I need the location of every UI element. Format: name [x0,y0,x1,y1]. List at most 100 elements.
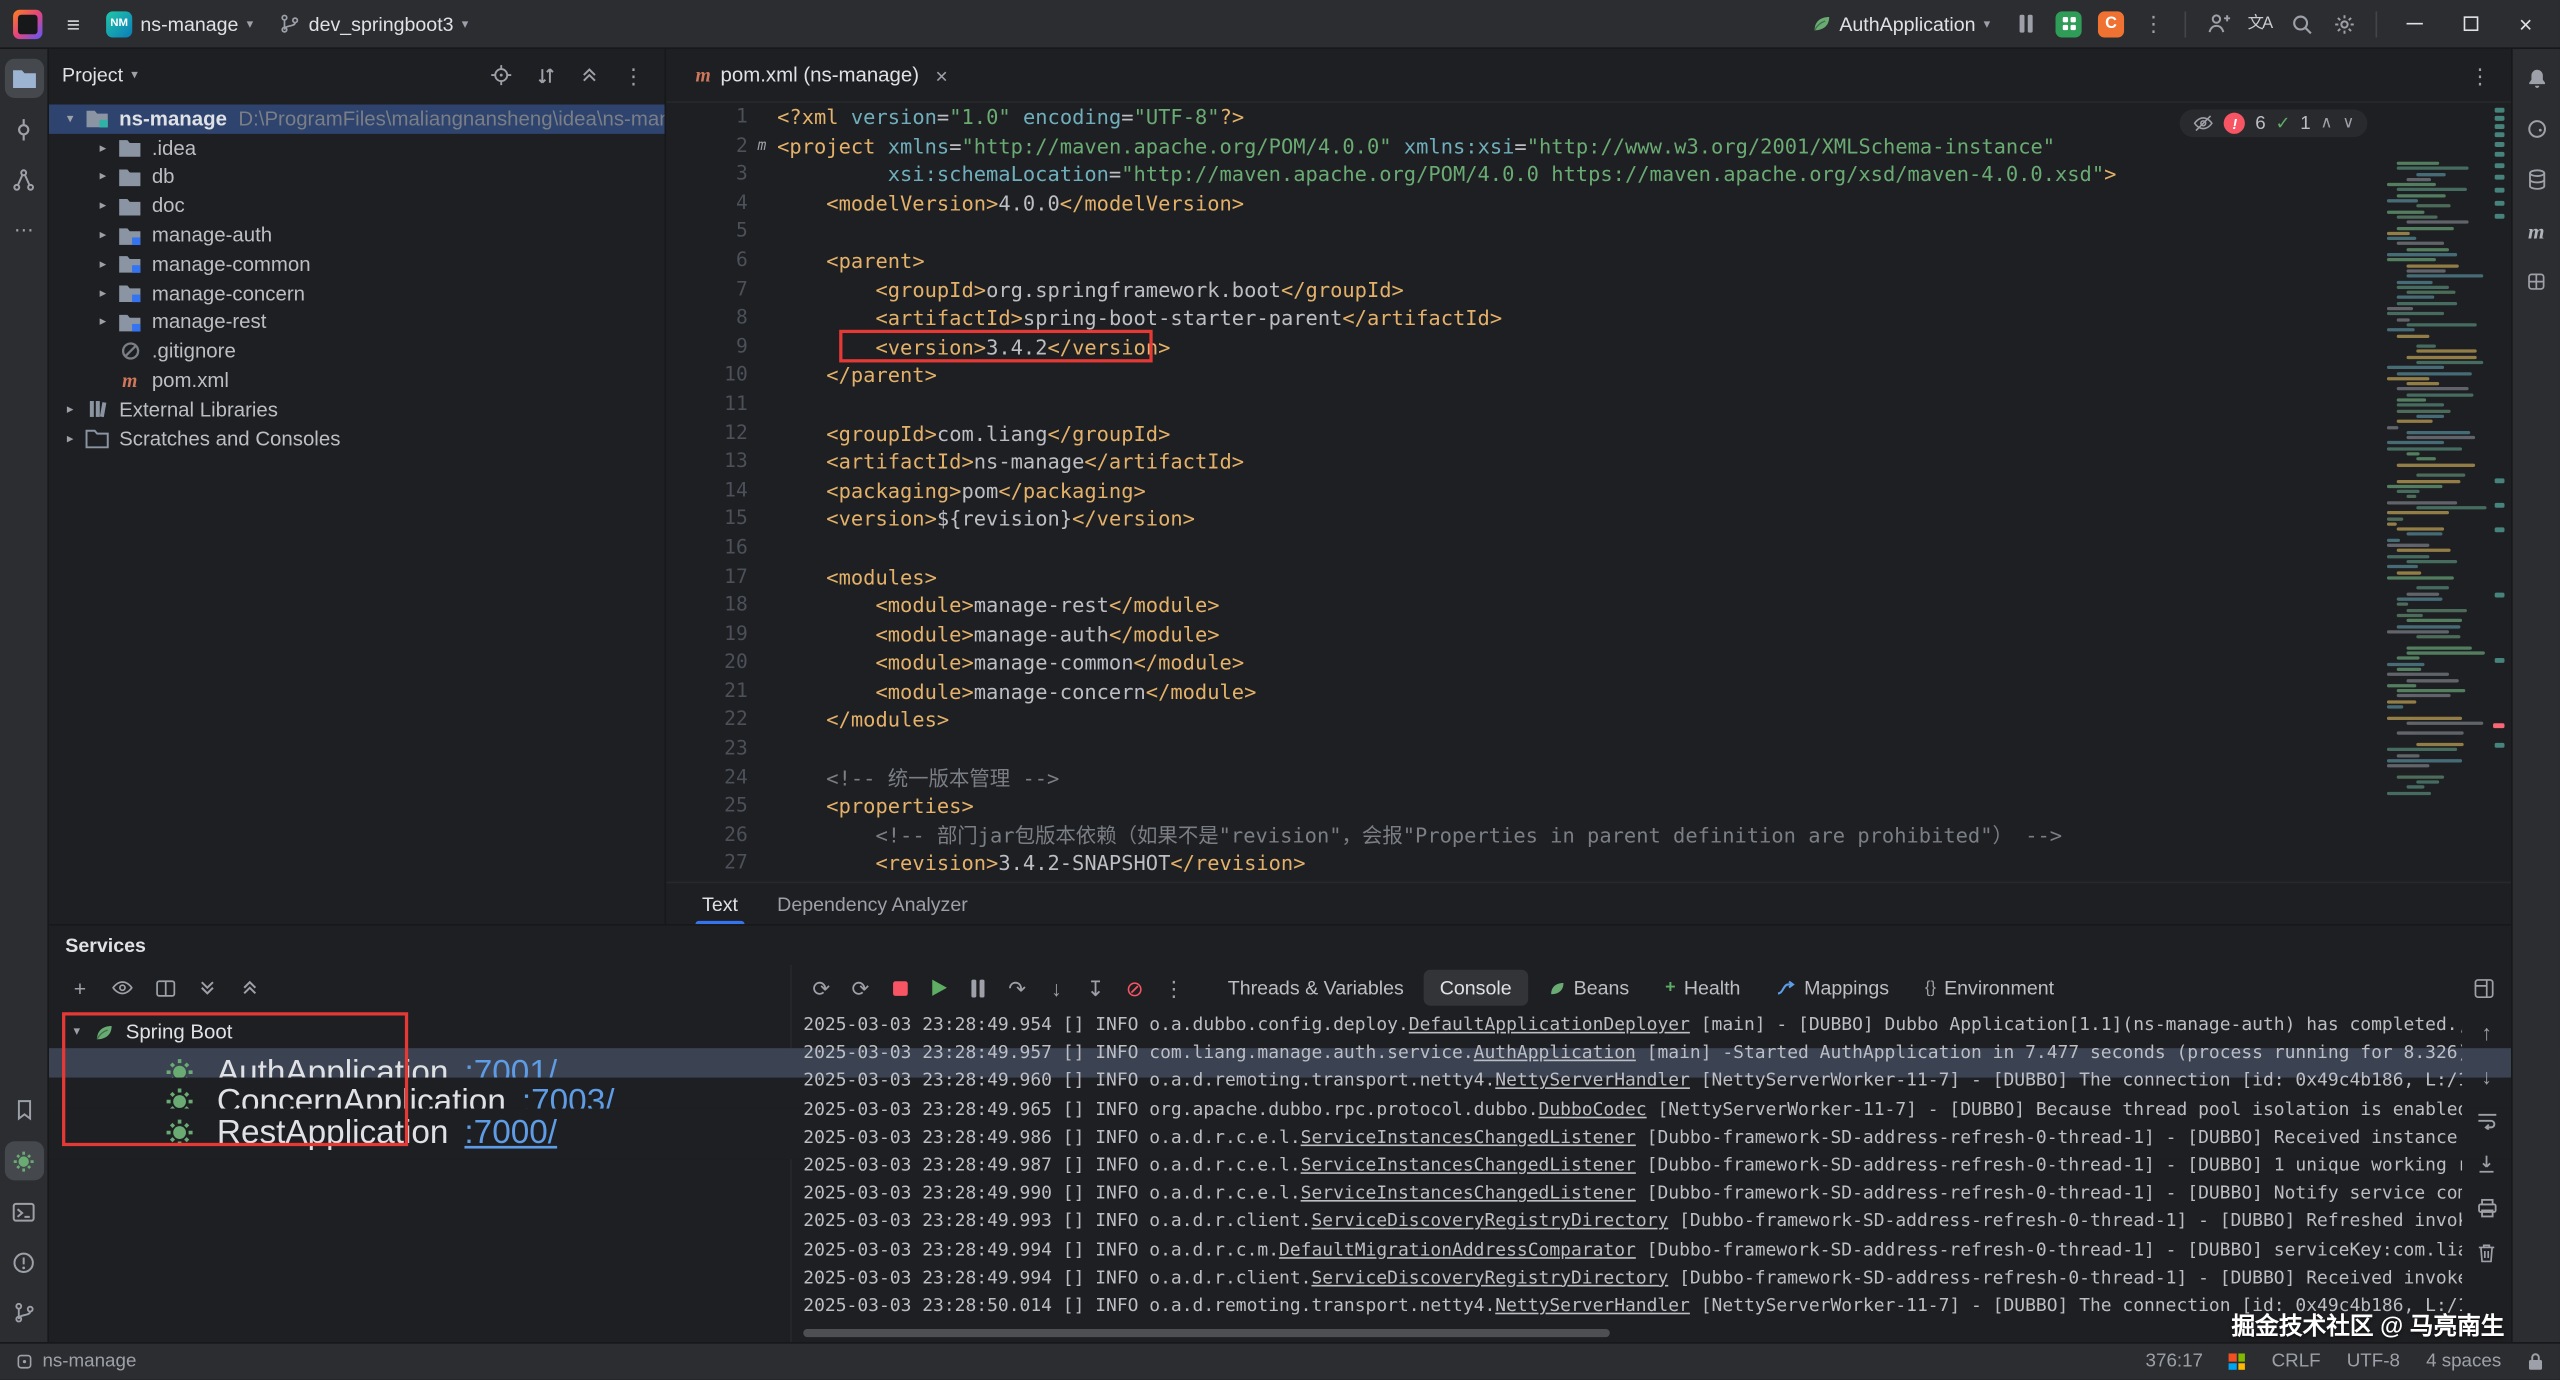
project-tree-item[interactable]: ▸manage-rest [49,308,665,337]
code-with-me-user-icon[interactable] [2199,6,2235,42]
project-tree-item[interactable]: ▸manage-common [49,250,665,279]
console-line[interactable]: 2025-03-03 23:28:49.993 [] INFO o.a.d.r.… [803,1207,2462,1235]
tree-chevron-icon[interactable]: ▾ [59,112,82,125]
select-opened-file-button[interactable] [483,57,519,93]
status-project-widget[interactable]: ns-manage [16,1352,136,1372]
version-control-tool-button[interactable] [4,1293,43,1332]
project-tree-item[interactable]: ▾ns-manageD:\ProgramFiles\maliangnanshen… [49,104,665,133]
code-line[interactable]: <module>manage-common</module> [777,649,2116,678]
project-tree-item[interactable]: ▸manage-auth [49,221,665,250]
console-line[interactable]: 2025-03-03 23:28:49.965 [] INFO org.apac… [803,1095,2462,1123]
code-line[interactable]: <parent> [777,246,2116,275]
project-tree-item[interactable]: ▸db [49,163,665,192]
console-class-link[interactable]: NettyServerHandler [1495,1070,1690,1091]
dependencies-tool-button[interactable] [2517,261,2556,300]
profiler-icon[interactable] [2008,6,2044,42]
debug-tab[interactable]: Console [1423,970,1528,1006]
editor-tab-pom[interactable]: m pom.xml (ns-manage) × [679,49,964,101]
project-panel-title[interactable]: Project [62,64,123,87]
main-menu-button[interactable]: ≡ [56,6,92,42]
tree-chevron-icon[interactable]: ▸ [91,142,114,155]
project-tree-item[interactable]: ▸doc [49,192,665,221]
project-tool-button[interactable] [4,59,43,98]
console-class-link[interactable]: DefaultApplicationDeployer [1409,1014,1690,1035]
inspections-widget[interactable]: ! 6 ✓ 1 ∧ ∨ [2180,109,2367,137]
console-class-link[interactable]: ServiceInstancesChangedListener [1301,1182,1636,1203]
indent-indicator[interactable]: 4 spaces [2426,1352,2501,1372]
commit-tool-button[interactable] [4,109,43,148]
scroll-to-end-button[interactable] [2469,1146,2505,1182]
code-line[interactable]: <revision>3.4.2-SNAPSHOT</revision> [777,850,2116,879]
service-url-link[interactable]: :7000/ [464,1114,557,1151]
code-line[interactable] [777,218,2116,247]
maven-gutter-icon[interactable]: m [758,133,767,162]
clear-console-button[interactable] [2469,1234,2505,1270]
project-tree-item[interactable]: .gitignore [49,337,665,366]
console-line[interactable]: 2025-03-03 23:28:49.994 [] INFO o.a.d.r.… [803,1263,2462,1291]
layout-settings-icon[interactable] [2465,970,2501,1006]
code-line[interactable]: <version>${revision}</version> [777,505,2116,534]
code-line[interactable]: <artifactId>spring-boot-starter-parent</… [777,304,2116,333]
nav-up-button[interactable]: ↑ [2469,1014,2505,1050]
notifications-tool-button[interactable] [2517,59,2556,98]
project-tree-item[interactable]: ▸.idea [49,134,665,163]
console-horizontal-scrollbar[interactable] [803,1329,1610,1337]
console-line[interactable]: 2025-03-03 23:28:49.987 [] INFO o.a.d.r.… [803,1151,2462,1179]
debug-options-kebab[interactable]: ⋮ [1156,970,1192,1006]
code-line[interactable] [777,390,2116,419]
plugin-c-icon[interactable]: C [2093,6,2129,42]
code-line[interactable]: <modules> [777,562,2116,591]
resume-button[interactable] [921,970,957,1006]
services-tree-root[interactable]: ▾Spring Boot [49,1017,790,1047]
minimize-button[interactable] [2390,1,2439,47]
console-class-link[interactable]: ServiceInstancesChangedListener [1301,1154,1636,1175]
console-class-link[interactable]: ServiceDiscoveryRegistryDirectory [1311,1266,1668,1287]
intellij-logo-icon[interactable] [13,9,42,38]
project-tree-item[interactable]: ▸Scratches and Consoles [49,424,665,453]
tree-chevron-icon[interactable]: ▸ [91,316,114,329]
code-line[interactable] [777,534,2116,563]
debug-tab[interactable]: Threads & Variables [1211,970,1420,1006]
code-line[interactable]: <groupId>org.springframework.boot</group… [777,275,2116,304]
code-line[interactable]: </parent> [777,361,2116,390]
debug-tab[interactable]: + Health [1649,970,1757,1006]
more-tool-windows-button[interactable]: ⋯ [4,211,43,250]
close-tab-icon[interactable]: × [935,63,947,87]
rerun-button[interactable]: ⟳ [803,970,839,1006]
mute-breakpoints-button[interactable]: ⊘ [1117,970,1153,1006]
console-line[interactable]: 2025-03-03 23:28:49.986 [] INFO o.a.d.r.… [803,1123,2462,1151]
code-line[interactable]: <module>manage-concern</module> [777,677,2116,706]
lock-icon[interactable] [2527,1352,2543,1372]
maven-tool-button[interactable]: m [2517,211,2556,250]
code-line[interactable]: <!-- 部门jar包版本依赖（如果不是"revision"，会报"Proper… [777,821,2116,850]
code-line[interactable]: <!-- 统一版本管理 --> [777,764,2116,793]
console-class-link[interactable]: DefaultMigrationAddressComparator [1279,1238,1636,1259]
editor-bottom-tab-text[interactable]: Text [686,882,755,924]
console-class-link[interactable]: AuthApplication [1474,1042,1636,1063]
tree-chevron-icon[interactable]: ▸ [91,258,114,271]
search-icon[interactable] [2284,6,2320,42]
tree-chevron-icon[interactable]: ▸ [91,171,114,184]
highlight-eye-icon[interactable] [2193,113,2214,134]
console-line[interactable]: 2025-03-03 23:28:49.954 [] INFO o.a.dubb… [803,1011,2462,1039]
more-actions-kebab[interactable]: ⋮ [2136,6,2172,42]
project-widget[interactable]: NM ns-manage ▾ [95,6,265,42]
debug-tab[interactable]: {} Environment [1909,970,2071,1006]
code-line[interactable]: xsi:schemaLocation="http://maven.apache.… [777,160,2116,189]
editor-code[interactable]: <?xml version="1.0" encoding="UTF-8"?><p… [777,103,2116,879]
code-line[interactable]: <module>manage-auth</module> [777,620,2116,649]
run-configuration-widget[interactable]: AuthApplication ▾ [1799,7,2002,40]
maximize-button[interactable] [2446,1,2495,47]
settings-gear-icon[interactable] [2327,6,2363,42]
bookmarks-tool-button[interactable] [4,1091,43,1130]
project-tree-item[interactable]: ▸External Libraries [49,395,665,424]
step-over-button[interactable]: ↷ [999,970,1035,1006]
code-line[interactable]: <module>manage-rest</module> [777,591,2116,620]
tree-chevron-icon[interactable]: ▾ [65,1026,88,1039]
code-line[interactable]: <properties> [777,792,2116,821]
caret-position[interactable]: 376:17 [2146,1352,2203,1372]
code-line[interactable]: <artifactId>ns-manage</artifactId> [777,448,2116,477]
console-line[interactable]: 2025-03-03 23:28:49.990 [] INFO o.a.d.r.… [803,1179,2462,1207]
editor-bottom-tab-dependency-analyzer[interactable]: Dependency Analyzer [761,882,984,924]
encoding-indicator[interactable]: UTF-8 [2347,1352,2400,1372]
